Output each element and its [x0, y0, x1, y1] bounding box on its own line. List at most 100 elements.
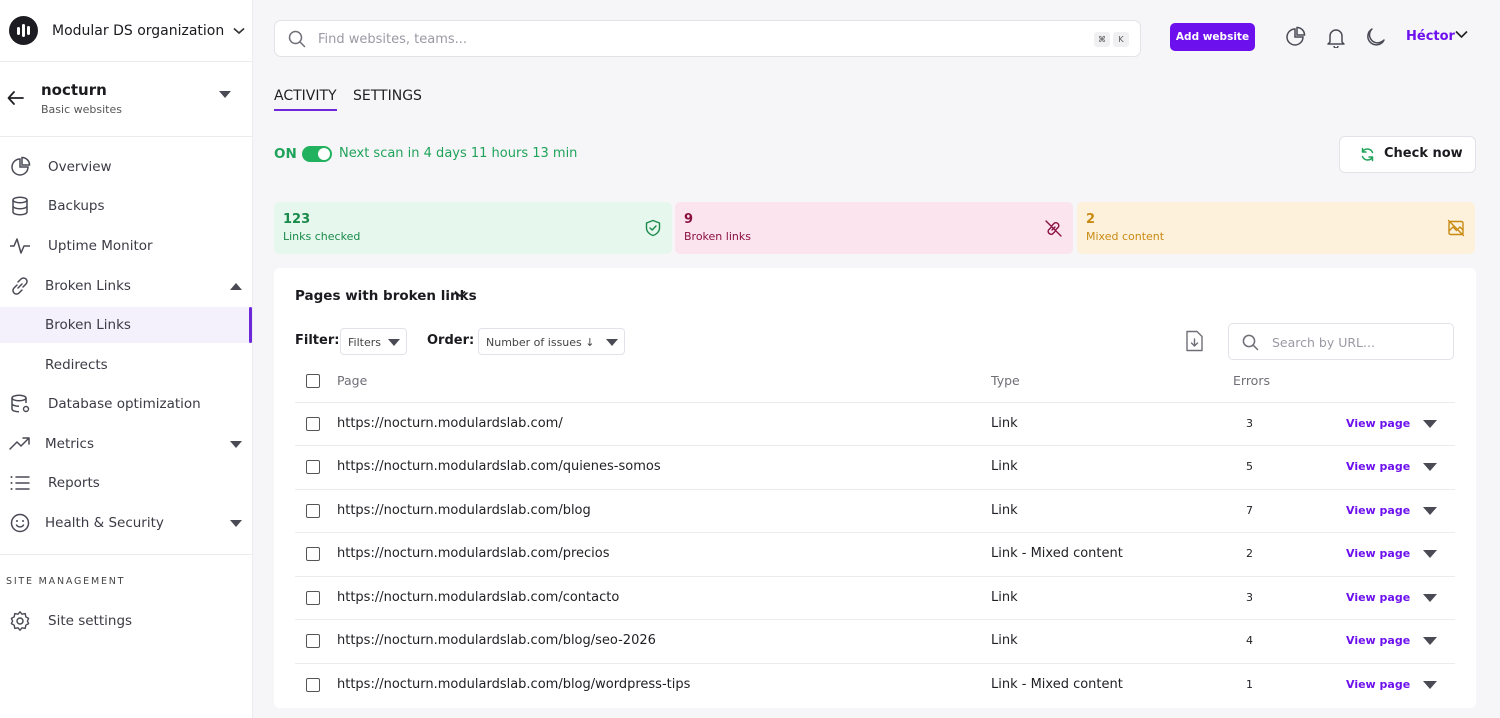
row-checkbox[interactable]: [306, 460, 320, 474]
user-menu[interactable]: Héctor: [1406, 29, 1455, 44]
row-url: https://nocturn.modulardslab.com/precios: [337, 546, 610, 561]
chevron-down-icon[interactable]: [1455, 30, 1468, 39]
row-url: https://nocturn.modulardslab.com/contact…: [337, 590, 620, 605]
sidebar-item-label: Broken Links: [45, 317, 131, 333]
kbd-k: K: [1113, 32, 1129, 47]
caret-down-icon[interactable]: [1423, 681, 1437, 689]
section-label: SITE MANAGEMENT: [6, 576, 126, 587]
table-row: https://nocturn.modulardslab.com/precios…: [295, 532, 1455, 575]
table-row: https://nocturn.modulardslab.com/blog Li…: [295, 489, 1455, 532]
sidebar-item-site-settings[interactable]: Site settings: [0, 603, 252, 639]
sidebar-item-label: Site settings: [48, 613, 133, 629]
scan-toggle[interactable]: [302, 146, 332, 162]
check-now-label: Check now: [1384, 146, 1463, 161]
sidebar-item-redirects[interactable]: Redirects: [0, 347, 252, 383]
check-now-button[interactable]: Check now: [1339, 136, 1476, 173]
caret-up-icon[interactable]: [230, 282, 242, 290]
row-checkbox[interactable]: [306, 591, 320, 605]
caret-down-icon[interactable]: [1423, 420, 1437, 428]
view-page-link[interactable]: View page: [1346, 591, 1410, 604]
sidebar-item-metrics[interactable]: Metrics: [0, 426, 252, 462]
column-header-errors[interactable]: Errors: [1233, 373, 1270, 388]
database-icon: [12, 196, 28, 216]
row-checkbox[interactable]: [306, 634, 320, 648]
sidebar-item-uptime-monitor[interactable]: Uptime Monitor: [0, 228, 252, 264]
caret-down-icon[interactable]: [230, 519, 242, 527]
filter-dropdown[interactable]: Filters: [340, 328, 407, 355]
table-row: https://nocturn.modulardslab.com/contact…: [295, 576, 1455, 619]
shield-check-icon: [645, 219, 661, 237]
global-search-input[interactable]: Find websites, teams... ⌘ K: [274, 20, 1141, 57]
row-type: Link: [991, 633, 1018, 648]
bell-icon[interactable]: [1325, 26, 1347, 48]
scan-status-label: ON: [274, 146, 297, 162]
row-checkbox[interactable]: [306, 547, 320, 561]
site-switcher[interactable]: nocturn Basic websites: [0, 62, 252, 137]
filter-label: Filter:: [295, 333, 340, 348]
sidebar-item-label: Reports: [48, 475, 100, 491]
table-row: https://nocturn.modulardslab.com/quienes…: [295, 445, 1455, 488]
caret-down-icon[interactable]: [1423, 594, 1437, 602]
sidebar-item-database-optimization[interactable]: Database optimization: [0, 386, 252, 422]
view-page-link[interactable]: View page: [1346, 678, 1410, 691]
sidebar-item-label: Database optimization: [48, 396, 201, 412]
moon-icon[interactable]: [1365, 26, 1387, 48]
order-dropdown[interactable]: Number of issues ↓: [478, 328, 625, 355]
org-switcher[interactable]: Modular DS organization: [0, 0, 252, 62]
table-row: https://nocturn.modulardslab.com/ Link 3…: [295, 402, 1455, 445]
table-row: https://nocturn.modulardslab.com/blog/wo…: [295, 663, 1455, 706]
row-url: https://nocturn.modulardslab.com/: [337, 416, 563, 431]
stat-label: Mixed content: [1086, 230, 1165, 243]
row-checkbox[interactable]: [306, 504, 320, 518]
view-page-link[interactable]: View page: [1346, 634, 1410, 647]
caret-down-icon: [606, 339, 618, 346]
caret-down-icon[interactable]: [1423, 463, 1437, 471]
sidebar-item-label: Broken Links: [45, 278, 131, 294]
sidebar-item-overview[interactable]: Overview: [0, 149, 252, 185]
column-header-type[interactable]: Type: [991, 373, 1020, 388]
download-file-icon[interactable]: [1185, 330, 1204, 352]
panel-title[interactable]: Pages with broken links: [295, 288, 477, 304]
view-page-link[interactable]: View page: [1346, 504, 1410, 517]
search-icon: [288, 30, 306, 48]
sidebar-item-label: Backups: [48, 198, 105, 214]
sidebar-item-broken-links-group[interactable]: Broken Links: [0, 268, 252, 304]
row-checkbox[interactable]: [306, 678, 320, 692]
stat-broken-links: 9 Broken links: [675, 202, 1073, 254]
row-checkbox[interactable]: [306, 417, 320, 431]
select-all-checkbox[interactable]: [306, 374, 320, 388]
sidebar-item-reports[interactable]: Reports: [0, 465, 252, 501]
row-type: Link: [991, 459, 1018, 474]
pie-chart-icon: [11, 156, 31, 176]
url-search-input[interactable]: Search by URL...: [1228, 323, 1454, 360]
caret-down-icon: [388, 339, 400, 346]
row-errors: 3: [1246, 591, 1253, 604]
chevron-down-icon[interactable]: [454, 290, 466, 298]
tab-activity[interactable]: ACTIVITY: [274, 88, 337, 111]
arrow-left-icon[interactable]: [7, 90, 25, 106]
add-website-button[interactable]: Add website: [1170, 23, 1255, 51]
pie-chart-icon[interactable]: [1284, 26, 1306, 48]
caret-down-icon[interactable]: [1423, 507, 1437, 515]
stat-label: Links checked: [283, 230, 361, 243]
view-page-link[interactable]: View page: [1346, 417, 1410, 430]
view-page-link[interactable]: View page: [1346, 460, 1410, 473]
caret-down-icon[interactable]: [230, 440, 242, 448]
stat-label: Broken links: [684, 230, 751, 243]
column-header-page[interactable]: Page: [337, 373, 367, 388]
sidebar-item-health-security[interactable]: Health & Security: [0, 505, 252, 541]
sidebar-item-label: Uptime Monitor: [48, 238, 153, 254]
caret-down-icon[interactable]: [1423, 550, 1437, 558]
row-errors: 2: [1246, 547, 1253, 560]
sidebar-item-broken-links[interactable]: Broken Links: [0, 307, 252, 343]
sidebar-item-backups[interactable]: Backups: [0, 188, 252, 224]
view-page-link[interactable]: View page: [1346, 547, 1410, 560]
caret-down-icon[interactable]: [219, 91, 231, 98]
stat-mixed-content: 2 Mixed content: [1077, 202, 1475, 254]
pulse-icon: [10, 238, 30, 254]
link-off-icon: [1045, 220, 1062, 237]
row-url: https://nocturn.modulardslab.com/blog/wo…: [337, 677, 691, 692]
tab-settings[interactable]: SETTINGS: [353, 88, 422, 104]
caret-down-icon[interactable]: [1423, 637, 1437, 645]
sidebar: Modular DS organization nocturn Basic we…: [0, 0, 253, 718]
